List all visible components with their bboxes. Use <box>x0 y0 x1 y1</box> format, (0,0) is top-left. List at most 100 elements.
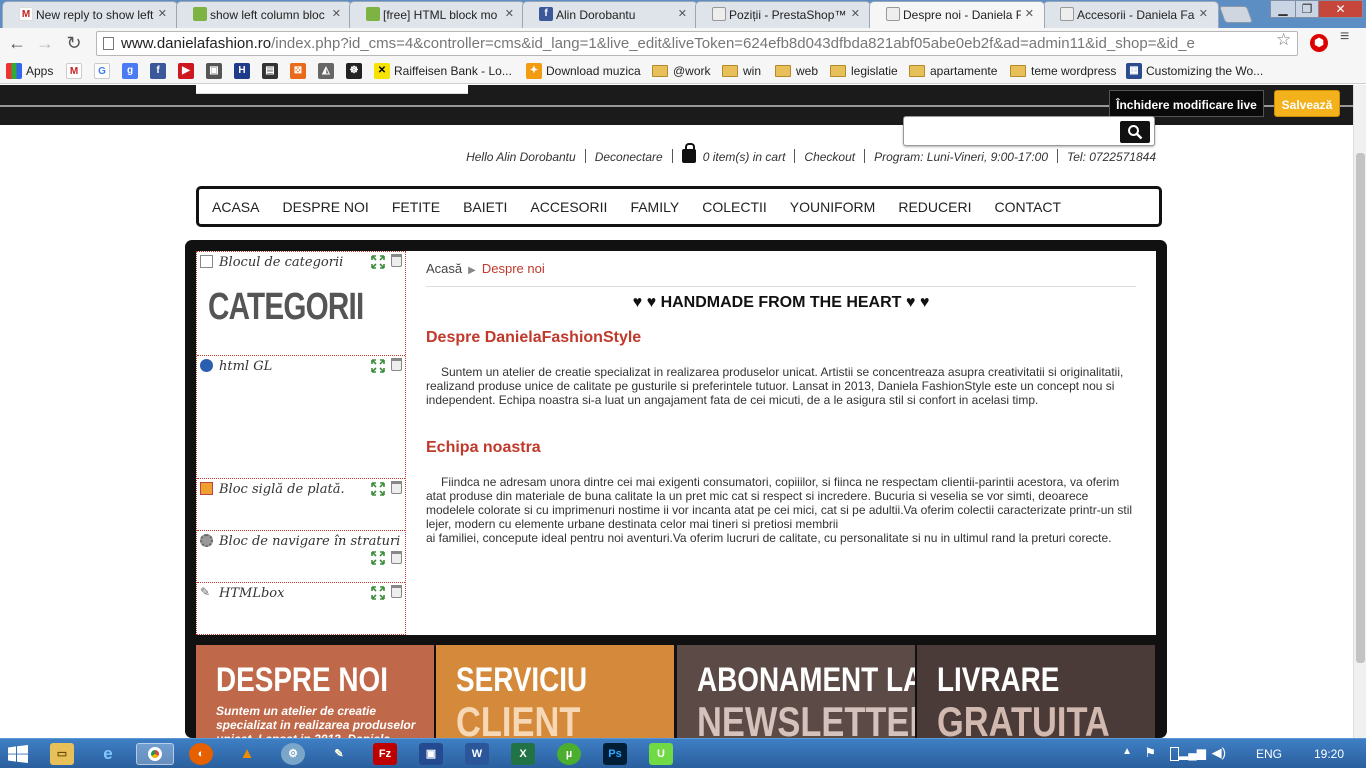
file-explorer-icon[interactable]: ▭ <box>50 743 74 765</box>
scrollbar-thumb[interactable] <box>1356 153 1365 663</box>
nav-family[interactable]: FAMILY <box>630 199 679 215</box>
close-tab-icon[interactable]: ✕ <box>158 7 167 20</box>
pen-tool-icon[interactable]: ✎ <box>327 743 351 765</box>
network-signal-icon[interactable]: ▂▄▆ <box>1179 746 1206 760</box>
app-icon[interactable]: ⚙ <box>281 743 305 765</box>
save-live-edit-button[interactable]: Salvează <box>1274 90 1340 117</box>
bookmark-folder-web[interactable]: web <box>775 63 818 79</box>
footer-block-newsletter[interactable]: ABONAMENT LA NEWSLETTER <box>677 645 915 738</box>
battery-icon[interactable] <box>1170 747 1179 761</box>
move-arrows-icon[interactable] <box>371 482 385 496</box>
utorrent-icon[interactable]: µ <box>557 743 581 765</box>
photoshop-icon[interactable]: Ps <box>603 743 627 765</box>
move-arrows-icon[interactable] <box>371 255 385 269</box>
bookmark-site-5[interactable]: ◭ <box>318 63 338 79</box>
trash-icon[interactable] <box>391 358 402 371</box>
footer-block-despre-noi[interactable]: DESPRE NOI Suntem un atelier de creatie … <box>196 645 434 738</box>
minimize-button[interactable]: ▁ <box>1270 0 1296 18</box>
close-tab-icon[interactable]: ✕ <box>1199 7 1208 20</box>
trash-icon[interactable] <box>391 481 402 494</box>
restore-button[interactable]: ❐ <box>1295 0 1319 18</box>
firefox-icon[interactable]: ◐ <box>189 743 213 765</box>
close-tab-icon[interactable]: ✕ <box>851 7 860 20</box>
module-layered-navigation[interactable]: Bloc de navigare în straturi <box>197 531 405 583</box>
site-logo[interactable] <box>196 85 468 94</box>
bookmark-site-6[interactable]: ☸ <box>346 63 366 79</box>
logout-link[interactable]: Deconectare <box>595 150 663 164</box>
bookmark-folder-win[interactable]: win <box>722 63 761 79</box>
bookmark-youtube[interactable]: ▶ <box>178 63 198 79</box>
bookmark-folder-apartamente[interactable]: apartamente <box>909 63 997 79</box>
shopping-bag-icon[interactable] <box>681 143 696 163</box>
nav-acasa[interactable]: ACASA <box>212 199 259 215</box>
tab-forum-1[interactable]: show left column bloc ✕ <box>176 1 352 28</box>
nav-colectii[interactable]: COLECTII <box>702 199 767 215</box>
clock[interactable]: 19:20 <box>1314 747 1344 761</box>
move-arrows-icon[interactable] <box>371 586 385 600</box>
language-indicator[interactable]: ENG <box>1256 747 1282 761</box>
nav-fetite[interactable]: FETITE <box>392 199 440 215</box>
bookmark-google-plus[interactable]: g <box>122 63 142 79</box>
excel-icon[interactable]: X <box>511 743 535 765</box>
close-window-button[interactable]: ✕ <box>1318 0 1363 18</box>
upwork-icon[interactable]: U <box>649 743 673 765</box>
tab-accesorii[interactable]: Accesorii - Daniela Fas ✕ <box>1043 1 1219 28</box>
forward-arrow-icon[interactable]: → <box>34 32 56 54</box>
back-arrow-icon[interactable]: ← <box>6 32 28 54</box>
tab-prestashop[interactable]: Poziții - PrestaShop™ ✕ <box>695 1 871 28</box>
module-htmlbox[interactable]: ✎ HTMLbox <box>197 583 405 635</box>
bookmark-folder-work[interactable]: @work <box>652 63 711 79</box>
module-payment-logo[interactable]: Bloc siglă de plată. <box>197 479 405 531</box>
search-input[interactable] <box>903 116 1155 146</box>
tab-facebook[interactable]: f Alin Dorobantu ✕ <box>522 1 698 28</box>
bookmark-site-1[interactable]: ▣ <box>206 63 226 79</box>
move-arrows-icon[interactable] <box>371 359 385 373</box>
filezilla-icon[interactable]: Fz <box>373 743 397 765</box>
module-html-gl[interactable]: html GL <box>197 356 405 479</box>
nav-accesorii[interactable]: ACCESORII <box>530 199 607 215</box>
cart-link[interactable]: 0 item(s) in cart <box>703 150 786 164</box>
save-disk-icon[interactable]: ▣ <box>419 743 443 765</box>
reload-icon[interactable]: ↻ <box>63 32 85 54</box>
bookmark-gmail[interactable]: M <box>66 63 86 79</box>
tab-forum-2[interactable]: [free] HTML block mo ✕ <box>349 1 525 28</box>
breadcrumb-home[interactable]: Acasă <box>426 261 462 276</box>
chrome-menu-icon[interactable]: ≡ <box>1340 29 1354 45</box>
bookmark-site-3[interactable]: ▤ <box>262 63 282 79</box>
trash-icon[interactable] <box>391 551 402 564</box>
footer-block-serviciu-client[interactable]: SERVICIU CLIENT <box>436 645 674 738</box>
checkout-link[interactable]: Checkout <box>804 150 855 164</box>
bookmark-star-icon[interactable]: ☆ <box>1276 30 1291 50</box>
internet-explorer-icon[interactable]: e <box>96 743 120 765</box>
footer-block-livrare[interactable]: LIVRARE GRATUITA <box>917 645 1155 738</box>
flag-icon[interactable]: ⚑ <box>1144 745 1156 761</box>
trash-icon[interactable] <box>391 585 402 598</box>
module-category-block[interactable]: Blocul de categorii CATEGORII <box>197 252 405 356</box>
nav-despre-noi[interactable]: DESPRE NOI <box>282 199 368 215</box>
bookmark-apps[interactable]: Apps <box>6 63 53 79</box>
address-bar[interactable]: www.danielafashion.ro/index.php?id_cms=4… <box>96 31 1298 56</box>
nav-reduceri[interactable]: REDUCERI <box>898 199 971 215</box>
volume-icon[interactable]: ◀) <box>1212 745 1226 761</box>
new-tab-button[interactable] <box>1218 6 1254 23</box>
search-button[interactable] <box>1120 121 1150 143</box>
bookmark-folder-teme-wordpress[interactable]: teme wordpress <box>1010 63 1116 79</box>
nav-contact[interactable]: CONTACT <box>994 199 1061 215</box>
close-tab-icon[interactable]: ✕ <box>332 7 341 20</box>
word-icon[interactable]: W <box>465 743 489 765</box>
bookmark-download-muzica[interactable]: ✦ Download muzica <box>526 63 641 79</box>
adblock-icon[interactable]: ⬢ <box>1310 34 1328 52</box>
bookmark-facebook[interactable]: f <box>150 63 170 79</box>
bookmark-folder-legislatie[interactable]: legislatie <box>830 63 898 79</box>
tab-despre-noi[interactable]: Despre noi - Daniela Fa ✕ <box>869 1 1045 28</box>
trash-icon[interactable] <box>391 254 402 267</box>
chrome-taskbar-icon[interactable] <box>136 743 174 765</box>
move-arrows-icon[interactable] <box>371 551 385 565</box>
bookmark-site-2[interactable]: H <box>234 63 254 79</box>
vertical-scrollbar[interactable] <box>1353 85 1366 738</box>
bookmark-google[interactable]: G <box>94 63 114 79</box>
windows-start-icon[interactable] <box>8 745 28 763</box>
close-tab-icon[interactable]: ✕ <box>505 7 514 20</box>
close-live-edit-button[interactable]: Închidere modificare live <box>1109 90 1264 117</box>
close-tab-icon[interactable]: ✕ <box>678 7 687 20</box>
